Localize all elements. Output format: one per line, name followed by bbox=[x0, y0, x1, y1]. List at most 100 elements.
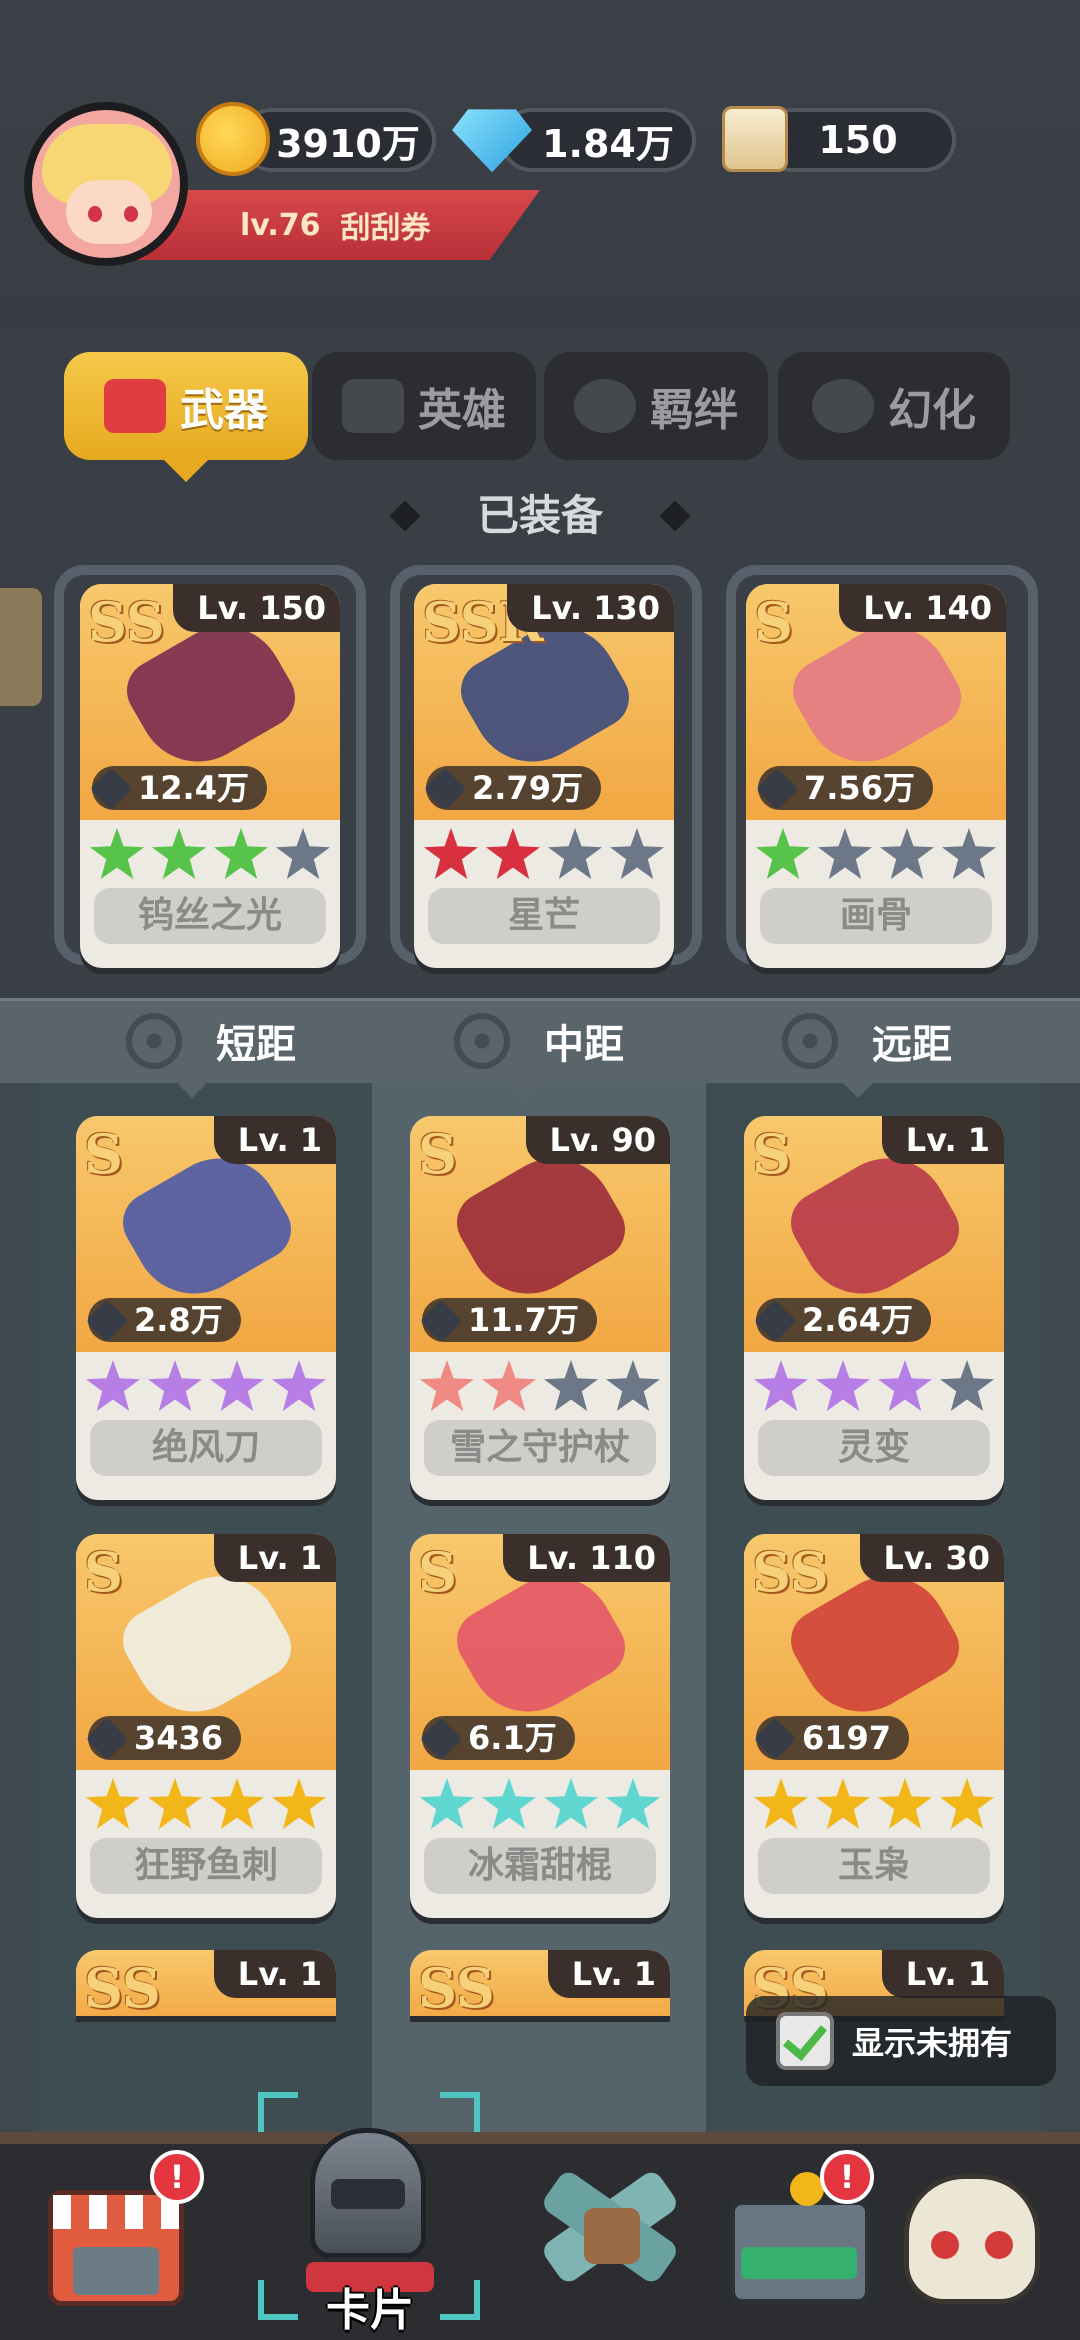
star-rating bbox=[744, 1352, 1004, 1420]
star-rating bbox=[414, 820, 674, 888]
show-unowned-checkbox[interactable] bbox=[776, 2012, 834, 2070]
star-icon bbox=[210, 1778, 264, 1829]
tab-label: 英雄 bbox=[418, 385, 506, 436]
nav-battle[interactable] bbox=[520, 2150, 690, 2320]
shop-notification-badge: ! bbox=[150, 2150, 204, 2204]
weapon-card[interactable]: S Lv. 1 3436 狂野鱼刺 bbox=[76, 1534, 336, 1918]
active-tab-pointer bbox=[162, 458, 210, 482]
gold-value: 3910万 bbox=[276, 121, 420, 166]
star-icon bbox=[942, 828, 996, 879]
level-label: Lv. 1 bbox=[213, 1534, 336, 1582]
star-icon bbox=[940, 1360, 994, 1411]
nav-boss[interactable] bbox=[894, 2150, 1064, 2320]
rarity-label: S bbox=[84, 1122, 123, 1186]
star-icon bbox=[544, 1778, 598, 1829]
column-pointer bbox=[508, 1080, 544, 1098]
level-label: Lv. 1 bbox=[881, 1950, 1004, 1998]
star-icon bbox=[544, 1360, 598, 1411]
star-icon bbox=[754, 1360, 808, 1411]
range-short: 短距 bbox=[126, 1000, 296, 1082]
star-rating bbox=[744, 1770, 1004, 1838]
scroll-icon bbox=[722, 106, 788, 172]
level-label: Lv. 1 bbox=[547, 1950, 670, 1998]
star-rating bbox=[80, 820, 340, 888]
level-label: Lv. 1 bbox=[213, 1116, 336, 1164]
scroll-counter[interactable]: 150 bbox=[760, 108, 956, 172]
hero-tab-icon bbox=[342, 379, 404, 433]
range-label: 中距 bbox=[544, 1022, 624, 1068]
weapon-card[interactable]: SS Lv. 1 bbox=[76, 1950, 336, 2016]
weapon-name: 狂野鱼刺 bbox=[90, 1838, 322, 1894]
star-icon bbox=[276, 828, 330, 879]
rarity-label: S bbox=[418, 1540, 457, 1604]
rarity-label: S bbox=[84, 1540, 123, 1604]
player-avatar[interactable] bbox=[24, 102, 188, 266]
weapon-name: 画骨 bbox=[760, 888, 992, 944]
range-long: 远距 bbox=[782, 1000, 952, 1082]
star-icon bbox=[486, 828, 540, 879]
star-icon bbox=[86, 1778, 140, 1829]
tab-bonds[interactable]: 羁绊 bbox=[544, 352, 768, 460]
star-icon bbox=[90, 828, 144, 879]
star-icon bbox=[482, 1360, 536, 1411]
power-value: 7.56万 bbox=[758, 766, 933, 810]
weapon-name: 灵变 bbox=[758, 1420, 990, 1476]
player-level: lv.76 bbox=[240, 207, 321, 243]
weapon-name: 钨丝之光 bbox=[94, 888, 326, 944]
right-rail bbox=[1042, 1083, 1080, 2133]
weapon-name: 星芒 bbox=[428, 888, 660, 944]
star-rating bbox=[76, 1352, 336, 1420]
range-label: 远距 bbox=[872, 1022, 952, 1068]
weapon-card[interactable]: S Lv. 1 2.64万 灵变 bbox=[744, 1116, 1004, 1500]
shop-icon bbox=[48, 2190, 184, 2306]
tab-label: 幻化 bbox=[888, 385, 976, 436]
treasure-notification-badge: ! bbox=[820, 2150, 874, 2204]
weapon-card[interactable]: SS Lv. 1 bbox=[410, 1950, 670, 2016]
side-cabinet-edge bbox=[0, 588, 42, 706]
show-unowned-toggle[interactable]: 显示未拥有 bbox=[746, 1996, 1056, 2086]
weapon-card[interactable]: SSR Lv. 130 2.79万 星芒 bbox=[414, 584, 674, 968]
gold-coin-icon bbox=[196, 102, 270, 176]
star-icon bbox=[272, 1360, 326, 1411]
power-value: 6.1万 bbox=[422, 1716, 575, 1760]
tab-heroes[interactable]: 英雄 bbox=[312, 352, 536, 460]
rarity-label: SS bbox=[752, 1540, 829, 1604]
star-icon bbox=[86, 1360, 140, 1411]
weapon-name: 冰霜甜棍 bbox=[424, 1838, 656, 1894]
nav-treasure[interactable]: ! bbox=[716, 2150, 886, 2320]
weapon-card[interactable]: SS Lv. 150 12.4万钨丝之光 bbox=[80, 584, 340, 968]
treasure-chest-icon bbox=[730, 2200, 870, 2304]
target-icon bbox=[126, 1013, 182, 1069]
weapon-card[interactable]: S Lv. 90 11.7万 雪之守护杖 bbox=[410, 1116, 670, 1500]
left-rail bbox=[0, 1083, 38, 2133]
power-value: 2.79万 bbox=[426, 766, 601, 810]
rarity-label: S bbox=[752, 1122, 791, 1186]
nav-shop[interactable]: ! bbox=[34, 2150, 204, 2320]
star-icon bbox=[214, 828, 268, 879]
diamond-value: 1.84万 bbox=[542, 121, 674, 166]
nav-cards[interactable]: 卡片 bbox=[284, 2112, 456, 2336]
tab-weapons[interactable]: 武器 bbox=[64, 352, 308, 460]
star-icon bbox=[756, 828, 810, 879]
star-icon bbox=[816, 1360, 870, 1411]
rarity-label: SS bbox=[88, 590, 165, 654]
star-icon bbox=[606, 1360, 660, 1411]
weapon-card[interactable]: S Lv. 140 7.56万 画骨 bbox=[746, 584, 1006, 968]
scroll-value: 150 bbox=[818, 118, 898, 162]
equipped-title: 已装备 bbox=[476, 491, 603, 540]
level-label: Lv. 30 bbox=[859, 1534, 1004, 1582]
star-icon bbox=[816, 1778, 870, 1829]
star-icon bbox=[148, 1778, 202, 1829]
tab-skins[interactable]: 幻化 bbox=[778, 352, 1010, 460]
power-value: 12.4万 bbox=[92, 766, 267, 810]
star-icon bbox=[548, 828, 602, 879]
star-icon bbox=[878, 1778, 932, 1829]
diamond-counter[interactable]: 1.84万 bbox=[500, 108, 696, 172]
star-icon bbox=[420, 1360, 474, 1411]
weapon-card[interactable]: S Lv. 1 2.8万 绝风刀 bbox=[76, 1116, 336, 1500]
bond-tab-icon bbox=[574, 379, 636, 433]
weapon-card[interactable]: SS Lv. 30 6197 玉枭 bbox=[744, 1534, 1004, 1918]
level-label: Lv. 150 bbox=[173, 584, 340, 632]
weapon-card[interactable]: S Lv. 110 6.1万 冰霜甜棍 bbox=[410, 1534, 670, 1918]
rarity-label: SS bbox=[418, 1956, 495, 2016]
